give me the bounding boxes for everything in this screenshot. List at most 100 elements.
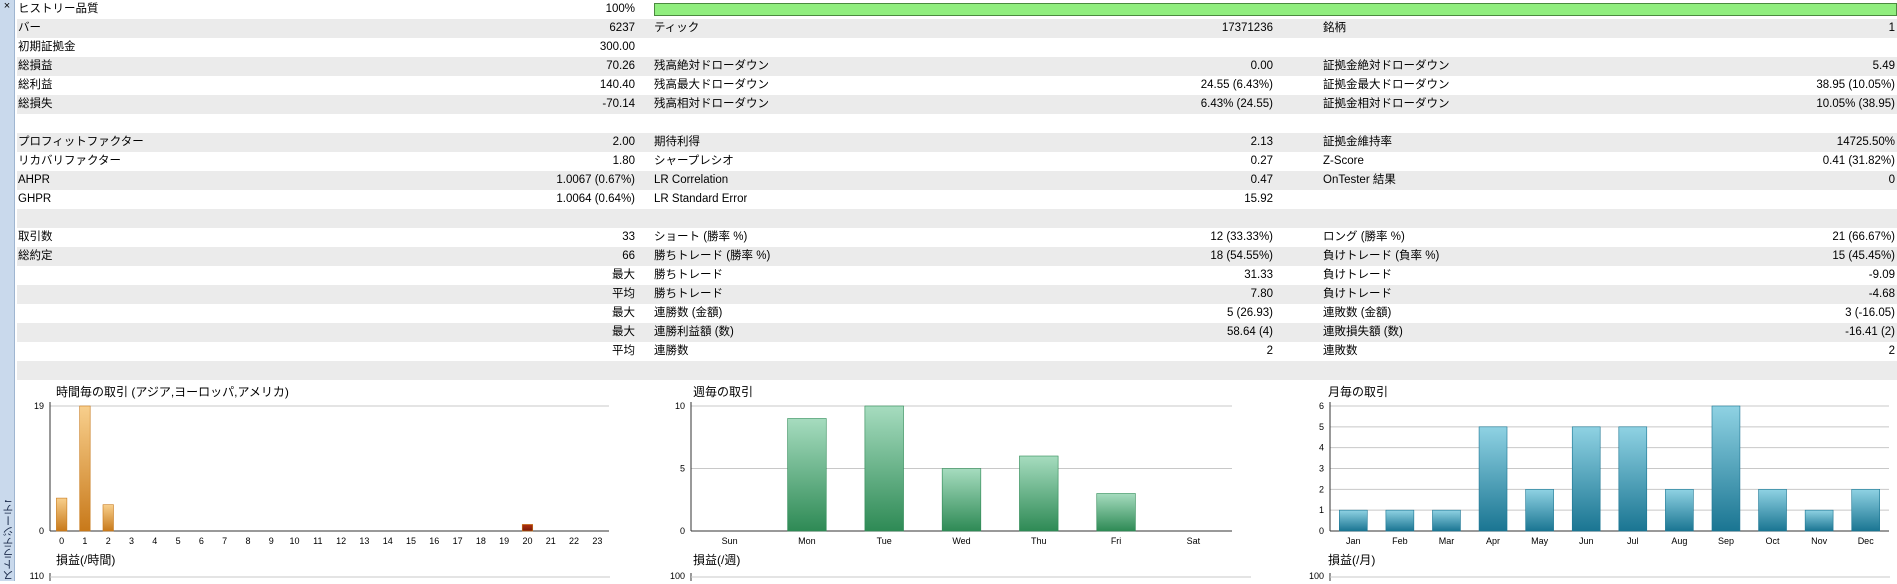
metric-label-1: 初期証拠金	[18, 41, 76, 53]
metric-label-3: 負けトレード	[1323, 288, 1392, 300]
report-row: 総損失 -70.14 残高相対ドローダウン 6.43% (24.55) 証拠金相対ドロー…	[17, 95, 1897, 114]
report-row: 初期証拠金 300.00	[17, 38, 1897, 57]
metric-label-2: ティック	[654, 22, 700, 34]
metric-label-2: 残高最大ドローダウン	[654, 79, 769, 91]
charts-area: 時間毎の取引 (アジア,ヨーロッパ,アメリカ) 0 19 0 1 2 3 4 5 6 7 8 9 10 11…	[17, 381, 1897, 581]
bar	[1339, 509, 1368, 532]
x-tick-label: 12	[336, 536, 346, 546]
metric-value-1: 70.26	[606, 60, 635, 72]
report-row	[17, 209, 1897, 228]
close-icon[interactable]: ×	[0, 0, 14, 14]
metric-label-2: 勝ちトレード (勝率 %)	[654, 250, 771, 262]
x-tick-label: Nov	[1811, 536, 1828, 546]
metric-value-3: 1	[1888, 22, 1895, 34]
metric-label-3: 証拠金相対ドローダウン	[1323, 98, 1450, 110]
bar	[56, 497, 68, 532]
report-row	[17, 114, 1897, 133]
x-tick-label: 13	[359, 536, 369, 546]
report-row: 平均 連勝数 2 連敗数 2	[17, 342, 1897, 361]
y-tick-label: 19	[34, 401, 44, 411]
x-tick-label: 8	[245, 536, 250, 546]
report-row: 総約定 66 勝ちトレード (勝率 %) 18 (54.55%) 負けトレード (負率 …	[17, 247, 1897, 266]
x-tick-label: Apr	[1486, 536, 1500, 546]
report-row: 最大 連勝数 (金額) 5 (26.93) 連敗数 (金額) 3 (-16.05)	[17, 304, 1897, 323]
metric-value-1: 最大	[612, 269, 635, 281]
metric-value-3: -4.68	[1868, 288, 1895, 300]
metric-value-2: 0.27	[1250, 155, 1273, 167]
x-tick-label: Aug	[1671, 536, 1687, 546]
metric-label-3: 連敗数	[1323, 345, 1358, 357]
metric-label-3: 銘柄	[1323, 22, 1346, 34]
metric-label-1: ヒストリー品質	[18, 3, 99, 15]
y-tick-label: 3	[1319, 464, 1324, 474]
y-tick-label: 5	[1319, 422, 1324, 432]
metric-value-3: 5.49	[1872, 60, 1895, 72]
metric-value-1: 100%	[605, 3, 635, 15]
metric-label-1: 総利益	[18, 79, 53, 91]
x-tick-label: 22	[569, 536, 579, 546]
metric-value-3: 21 (66.67%)	[1832, 231, 1895, 243]
metric-label-2: ショート (勝率 %)	[654, 231, 748, 243]
metric-value-1: 1.0067 (0.67%)	[556, 174, 635, 186]
metric-label-2: LR Correlation	[654, 174, 729, 186]
x-tick-label: Mon	[798, 536, 816, 546]
report-row: 最大 勝ちトレード 31.33 負けトレード -9.09	[17, 266, 1897, 285]
metric-value-3: 0.41 (31.82%)	[1822, 155, 1895, 167]
y-tick-label: 0	[680, 526, 685, 536]
metric-label-3: OnTester 結果	[1323, 174, 1396, 186]
profit-chart-title: 損益(/時間)	[56, 552, 115, 567]
x-tick-label: 4	[152, 536, 157, 546]
y-tick-label: 0	[39, 526, 44, 536]
x-tick-label: Fri	[1111, 536, 1122, 546]
x-tick-label: 23	[592, 536, 602, 546]
metric-label-3: 証拠金最大ドローダウン	[1323, 79, 1450, 91]
metric-label-2: 勝ちトレード	[654, 269, 723, 281]
report-row: プロフィットファクター 2.00 期待利得 2.13 証拠金維持率 14725.50%	[17, 133, 1897, 152]
metric-value-3: 0	[1888, 174, 1895, 186]
x-tick-label: 14	[383, 536, 393, 546]
metric-value-2: 7.80	[1250, 288, 1273, 300]
metric-label-1: 総損失	[18, 98, 53, 110]
x-tick-label: Sun	[722, 536, 738, 546]
x-tick-label: 10	[290, 536, 300, 546]
metric-label-2: 残高絶対ドローダウン	[654, 60, 769, 72]
x-tick-label: 19	[499, 536, 509, 546]
bar	[1711, 405, 1741, 532]
metric-label-1: プロフィットファクター	[18, 136, 144, 148]
x-tick-label: 17	[453, 536, 463, 546]
chart-title: 月毎の取引	[1328, 384, 1388, 399]
y-tick-label: 0	[1319, 526, 1324, 536]
bar	[787, 418, 827, 532]
metric-value-2: 0.47	[1250, 174, 1273, 186]
metric-label-1: バー	[18, 22, 41, 34]
metric-value-1: 最大	[612, 326, 635, 338]
metric-value-3: 38.95 (10.05%)	[1816, 79, 1895, 91]
strategy-tester-tab-label[interactable]: ストラテジーテスター	[1, 500, 13, 581]
metric-value-2: 31.33	[1244, 269, 1273, 281]
metric-label-3: Z-Score	[1323, 155, 1364, 167]
metric-value-2: 0.00	[1250, 60, 1273, 72]
metric-value-1: 1.80	[612, 155, 635, 167]
metric-value-1: 33	[622, 231, 635, 243]
metric-value-3: 14725.50%	[1836, 136, 1895, 148]
metric-label-3: ロング (勝率 %)	[1323, 231, 1405, 243]
x-tick-label: 1	[82, 536, 87, 546]
metric-value-1: 平均	[612, 345, 635, 357]
metric-label-1: GHPR	[18, 193, 52, 205]
metric-value-2: 18 (54.55%)	[1210, 250, 1273, 262]
bar	[1525, 489, 1554, 532]
bar	[1571, 426, 1601, 532]
metric-label-1: AHPR	[18, 174, 50, 186]
report-table: ヒストリー品質 100% バー 6237 ティック 17371236 銘柄 1 初期証拠金 300…	[17, 0, 1897, 380]
x-tick-label: 18	[476, 536, 486, 546]
metric-value-3: 15 (45.45%)	[1832, 250, 1895, 262]
y-tick-label: 2	[1319, 484, 1324, 494]
metric-value-2: 5 (26.93)	[1226, 307, 1273, 319]
report-row: ヒストリー品質 100%	[17, 0, 1897, 19]
bar	[1618, 426, 1648, 532]
bar	[1019, 455, 1059, 532]
x-tick-label: May	[1531, 536, 1549, 546]
metric-label-1: 総損益	[18, 60, 53, 72]
x-tick-label: Feb	[1392, 536, 1408, 546]
y-tick-label: 4	[1319, 443, 1324, 453]
